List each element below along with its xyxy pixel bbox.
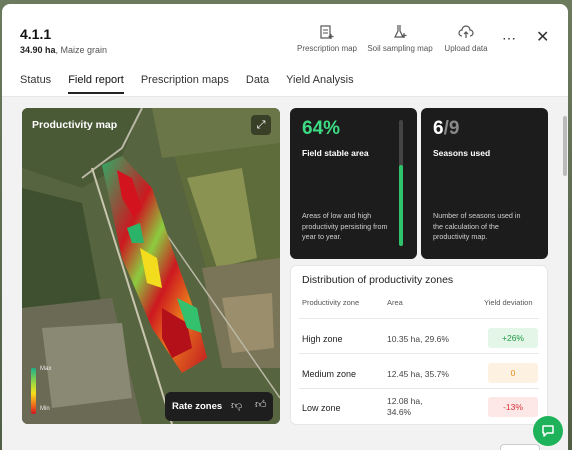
tab-status[interactable]: Status: [20, 72, 51, 94]
field-crop: , Maize grain: [55, 45, 108, 55]
expand-icon[interactable]: ⤢: [251, 115, 271, 135]
deviation-badge: 0: [488, 363, 538, 383]
upload-icon: [458, 25, 474, 38]
row-divider: [299, 353, 539, 354]
tab-bar: Status Field report Prescription maps Da…: [20, 72, 354, 96]
field-panel: 4.1.1 34.90 ha, Maize grain Prescription…: [2, 4, 568, 450]
tab-prescription-maps[interactable]: Prescription maps: [141, 72, 229, 94]
chat-icon: [542, 425, 554, 437]
map-image: [22, 108, 280, 424]
stable-area-value: 64%: [302, 118, 341, 139]
zone-name: High zone: [302, 334, 343, 344]
close-icon[interactable]: ✕: [536, 27, 549, 47]
header-deviation: Yield deviation: [484, 298, 533, 307]
map-title: Productivity map: [32, 119, 118, 131]
tab-yield-analysis[interactable]: Yield Analysis: [286, 72, 353, 94]
scrollbar-thumb[interactable]: [563, 116, 567, 176]
deviation-badge: +26%: [488, 328, 538, 348]
prescription-map-icon: [320, 25, 334, 39]
header-area: Area: [387, 298, 403, 307]
field-title: 4.1.1: [20, 26, 52, 42]
upload-data-label: Upload data: [444, 44, 488, 53]
section-button[interactable]: [500, 444, 540, 450]
seasons-value: 6/9: [433, 118, 459, 140]
more-options-icon[interactable]: ⋯: [502, 30, 517, 47]
stable-area-card: 64% Field stable area Areas of low and h…: [290, 108, 417, 259]
seasons-total: /9: [443, 118, 460, 139]
tab-field-report[interactable]: Field report: [68, 72, 124, 94]
stable-area-progress: [399, 120, 403, 246]
seasons-used: 6: [433, 118, 444, 139]
distribution-card: Distribution of productivity zones Produ…: [290, 265, 548, 425]
rate-zones-label: Rate zones: [172, 401, 223, 412]
thumbs-down-icon[interactable]: 👎︎: [231, 399, 242, 412]
zone-name: Low zone: [302, 403, 341, 413]
thumbs-up-icon[interactable]: 👍︎: [255, 398, 267, 411]
stable-area-label: Field stable area: [302, 148, 369, 158]
header-zone: Productivity zone: [302, 298, 360, 307]
zone-area: 10.35 ha, 29.6%: [387, 334, 449, 344]
seasons-description: Number of seasons used in the calculatio…: [433, 211, 521, 241]
row-divider: [299, 318, 539, 319]
deviation-badge: -13%: [488, 397, 538, 417]
zone-area: 12.45 ha, 35.7%: [387, 369, 449, 379]
stable-area-progress-fill: [399, 165, 403, 246]
legend-max-label: Max: [40, 366, 52, 372]
soil-sampling-icon: [394, 25, 407, 38]
field-area: 34.90 ha: [20, 45, 56, 55]
tab-data[interactable]: Data: [246, 72, 269, 94]
row-divider: [299, 388, 539, 389]
seasons-label: Seasons used: [433, 148, 491, 158]
stable-area-description: Areas of low and high productivity persi…: [302, 211, 388, 241]
field-subtitle: 34.90 ha, Maize grain: [20, 45, 107, 55]
seasons-card: 6/9 Seasons used Number of seasons used …: [421, 108, 548, 259]
prescription-map-label: Prescription map: [296, 44, 358, 53]
upload-data-button[interactable]: Upload data: [426, 24, 506, 53]
zone-area: 12.08 ha, 34.6%: [387, 396, 423, 417]
soil-sampling-label: Soil sampling map: [367, 44, 433, 53]
zone-name: Medium zone: [302, 369, 357, 379]
distribution-title: Distribution of productivity zones: [302, 274, 454, 286]
legend-gradient: [31, 368, 36, 414]
productivity-map[interactable]: Productivity map ⤢ Max Min Rate zones 👎︎…: [22, 108, 280, 424]
chat-button[interactable]: [533, 416, 563, 446]
rate-zones-bar: Rate zones 👎︎ 👍︎: [165, 392, 273, 421]
prescription-map-button[interactable]: Prescription map: [287, 24, 367, 53]
legend-min-label: Min: [40, 406, 50, 412]
